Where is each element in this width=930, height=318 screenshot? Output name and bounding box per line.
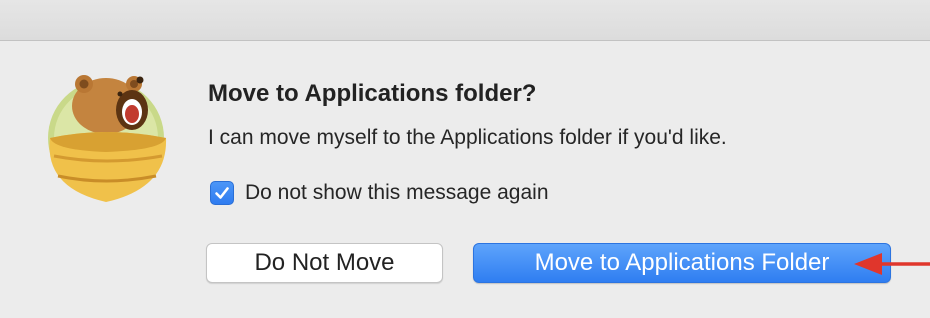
window-titlebar [0,0,930,41]
tunnelbear-icon [44,68,172,206]
dialog-message: I can move myself to the Applications fo… [208,126,727,149]
red-arrow-pointer [852,249,930,279]
do-not-move-button[interactable]: Do Not Move [206,243,443,283]
dialog-title: Move to Applications folder? [208,80,537,107]
checkbox-label: Do not show this message again [245,181,549,204]
do-not-show-again-row[interactable]: Do not show this message again [210,180,549,206]
move-to-applications-folder-button[interactable]: Move to Applications Folder [473,243,891,283]
do-not-show-again-checkbox[interactable] [210,181,234,205]
checkmark-icon [215,187,229,199]
